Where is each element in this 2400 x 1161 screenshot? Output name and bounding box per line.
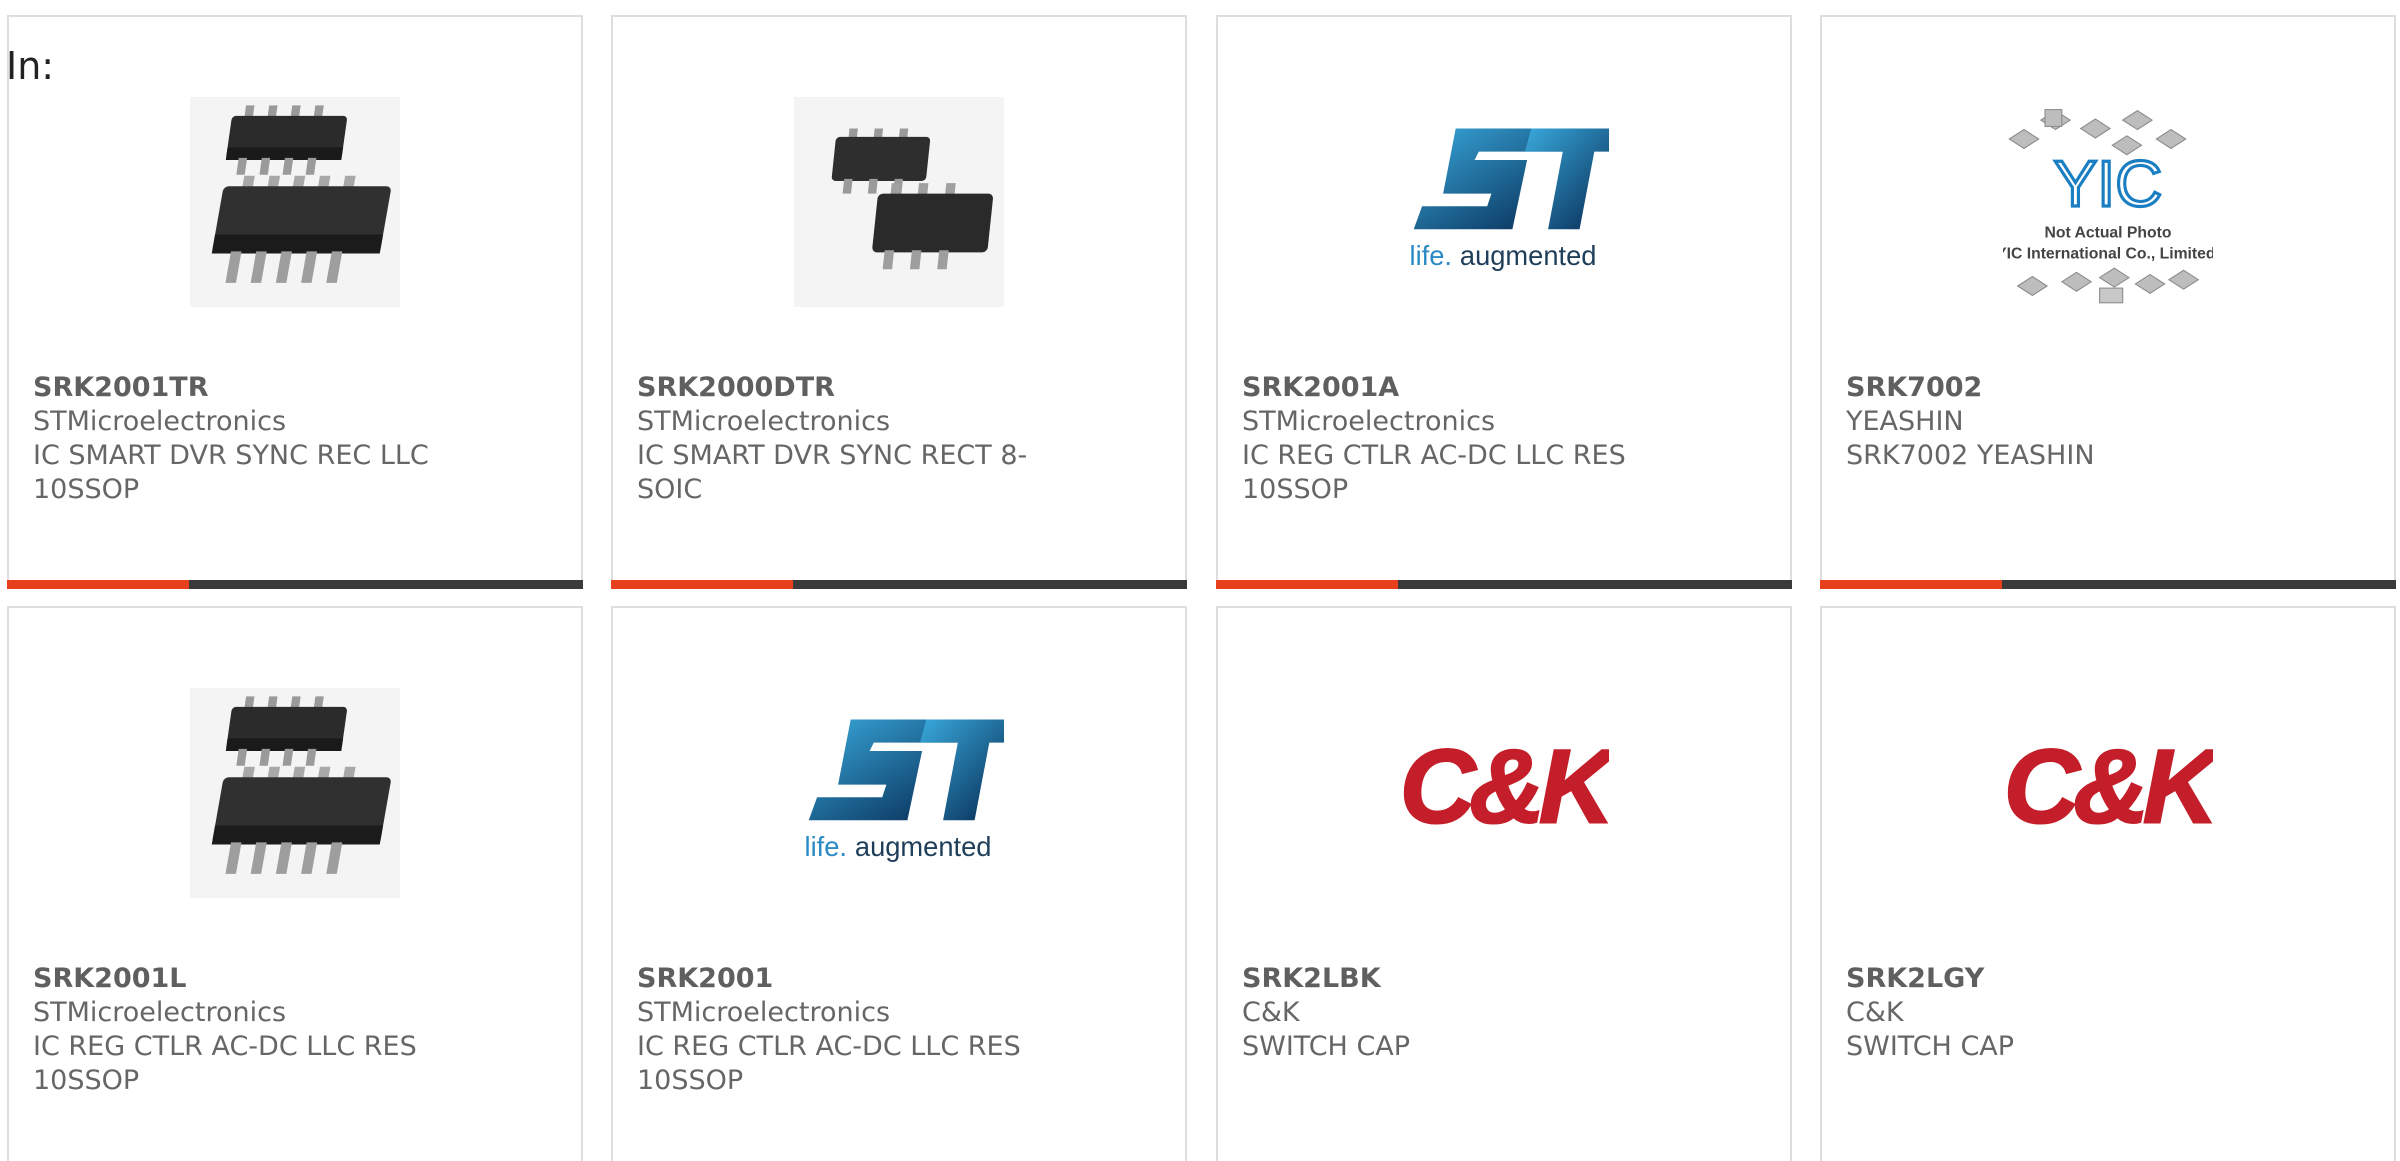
- ic-chip-image: [794, 97, 1004, 307]
- part-number[interactable]: SRK2LBK: [1242, 962, 1692, 996]
- part-number[interactable]: SRK2000DTR: [637, 371, 1087, 405]
- part-number[interactable]: SRK2001TR: [33, 371, 483, 405]
- product-info: SRK2001TR STMicroelectronics IC SMART DVR …: [33, 371, 483, 507]
- product-thumbnail[interactable]: C&K: [1822, 688, 2394, 898]
- card-bottom-bar: [7, 580, 583, 589]
- part-number[interactable]: SRK2001: [637, 962, 1087, 996]
- product-thumbnail[interactable]: life. augmented: [1218, 97, 1790, 307]
- manufacturer-name: C&K: [1242, 997, 1300, 1028]
- card-accent-bar: [7, 580, 189, 589]
- part-number[interactable]: SRK7002: [1846, 371, 2296, 405]
- part-number[interactable]: SRK2001L: [33, 962, 483, 996]
- product-grid: SRK2001TR STMicroelectronics IC SMART DVR …: [0, 0, 2400, 1161]
- manufacturer-name: STMicroelectronics: [637, 406, 891, 437]
- card-accent-bar: [1820, 580, 2002, 589]
- product-description: IC REG CTLR AC-DC LLC RES: [1242, 440, 1626, 471]
- product-description: SWITCH CAP: [1846, 1031, 2015, 1062]
- product-description: IC REG CTLR AC-DC LLC RES: [33, 1031, 417, 1062]
- product-card[interactable]: C&K SRK2LBK C&K SWITCH CAP: [1216, 606, 1792, 1161]
- product-info: SRK2001A STMicroelectronics IC REG CTLR AC…: [1242, 371, 1692, 507]
- svg-text:Not Actual Photo: Not Actual Photo: [2044, 225, 2171, 242]
- svg-text:augmented: augmented: [855, 831, 992, 862]
- st-logo: life. augmented: [1410, 128, 1609, 271]
- product-description-continued: 10SSOP: [33, 474, 140, 505]
- svg-text:life.: life.: [1410, 240, 1452, 271]
- product-info: SRK2000DTR STMicroelectronics IC SMART DVR…: [637, 371, 1087, 507]
- product-thumbnail[interactable]: YIC Not Actual Photo YIC International C…: [1822, 97, 2394, 307]
- product-info: SRK2LGY C&K SWITCH CAP: [1846, 962, 2296, 1064]
- card-accent-bar: [611, 580, 793, 589]
- product-card[interactable]: SRK2000DTR STMicroelectronics IC SMART DVR…: [611, 15, 1187, 589]
- card-bottom-bar: [1820, 580, 2396, 589]
- product-card[interactable]: life. augmented SRK2001A STMicroelectronic…: [1216, 15, 1792, 589]
- product-description-continued: 10SSOP: [33, 1065, 140, 1096]
- svg-text:life.: life.: [805, 831, 847, 862]
- product-info: SRK2001 STMicroelectronics IC REG CTLR AC-…: [637, 962, 1087, 1098]
- manufacturer-name: STMicroelectronics: [33, 406, 287, 437]
- st-logo: life. augmented: [805, 719, 1004, 862]
- part-number[interactable]: SRK2001A: [1242, 371, 1692, 405]
- manufacturer-name: STMicroelectronics: [1242, 406, 1496, 437]
- product-info: SRK2LBK C&K SWITCH CAP: [1242, 962, 1692, 1064]
- ck-logo: C&K: [1399, 727, 1609, 846]
- product-description: SWITCH CAP: [1242, 1031, 1411, 1062]
- svg-text:augmented: augmented: [1460, 240, 1597, 271]
- filter-label: In:: [6, 44, 55, 88]
- ic-chip-image: [190, 688, 400, 898]
- manufacturer-name: YEASHIN: [1846, 406, 1964, 437]
- product-description: IC REG CTLR AC-DC LLC RES: [637, 1031, 1021, 1062]
- manufacturer-name: STMicroelectronics: [637, 997, 891, 1028]
- product-description: SRK7002 YEASHIN: [1846, 440, 2095, 471]
- card-bottom-bar: [1216, 580, 1792, 589]
- product-card[interactable]: life. augmented SRK2001 STMicroelectronics…: [611, 606, 1187, 1161]
- part-number[interactable]: SRK2LGY: [1846, 962, 2296, 996]
- product-card[interactable]: SRK2001TR STMicroelectronics IC SMART DVR …: [7, 15, 583, 589]
- svg-text:YIC International Co., Limited: YIC International Co., Limited.: [2003, 246, 2213, 263]
- product-card[interactable]: C&K SRK2LGY C&K SWITCH CAP: [1820, 606, 2396, 1161]
- card-accent-bar: [1216, 580, 1398, 589]
- svg-text:YIC: YIC: [2054, 147, 2163, 220]
- ic-chip-image: [190, 97, 400, 307]
- yic-logo: YIC Not Actual Photo YIC International C…: [2003, 109, 2213, 304]
- product-description: IC SMART DVR SYNC RECT 8-: [637, 440, 1028, 471]
- product-thumbnail[interactable]: [9, 97, 581, 307]
- svg-text:C&K: C&K: [2004, 728, 2213, 845]
- product-card[interactable]: SRK2001L STMicroelectronics IC REG CTLR AC…: [7, 606, 583, 1161]
- product-thumbnail[interactable]: life. augmented: [613, 688, 1185, 898]
- manufacturer-name: C&K: [1846, 997, 1904, 1028]
- search-results-page: SRK2001TR STMicroelectronics IC SMART DVR …: [0, 0, 2400, 1161]
- manufacturer-name: STMicroelectronics: [33, 997, 287, 1028]
- product-info: SRK7002 YEASHIN SRK7002 YEASHIN: [1846, 371, 2296, 473]
- product-description-continued: SOIC: [637, 474, 703, 505]
- svg-text:C&K: C&K: [1400, 728, 1609, 845]
- product-thumbnail[interactable]: C&K: [1218, 688, 1790, 898]
- product-info: SRK2001L STMicroelectronics IC REG CTLR AC…: [33, 962, 483, 1098]
- product-thumbnail[interactable]: [9, 688, 581, 898]
- product-description-continued: 10SSOP: [1242, 474, 1349, 505]
- product-description: IC SMART DVR SYNC REC LLC: [33, 440, 429, 471]
- ck-logo: C&K: [2003, 727, 2213, 846]
- card-bottom-bar: [611, 580, 1187, 589]
- product-thumbnail[interactable]: [613, 97, 1185, 307]
- product-card[interactable]: YIC Not Actual Photo YIC International C…: [1820, 15, 2396, 589]
- product-description-continued: 10SSOP: [637, 1065, 744, 1096]
